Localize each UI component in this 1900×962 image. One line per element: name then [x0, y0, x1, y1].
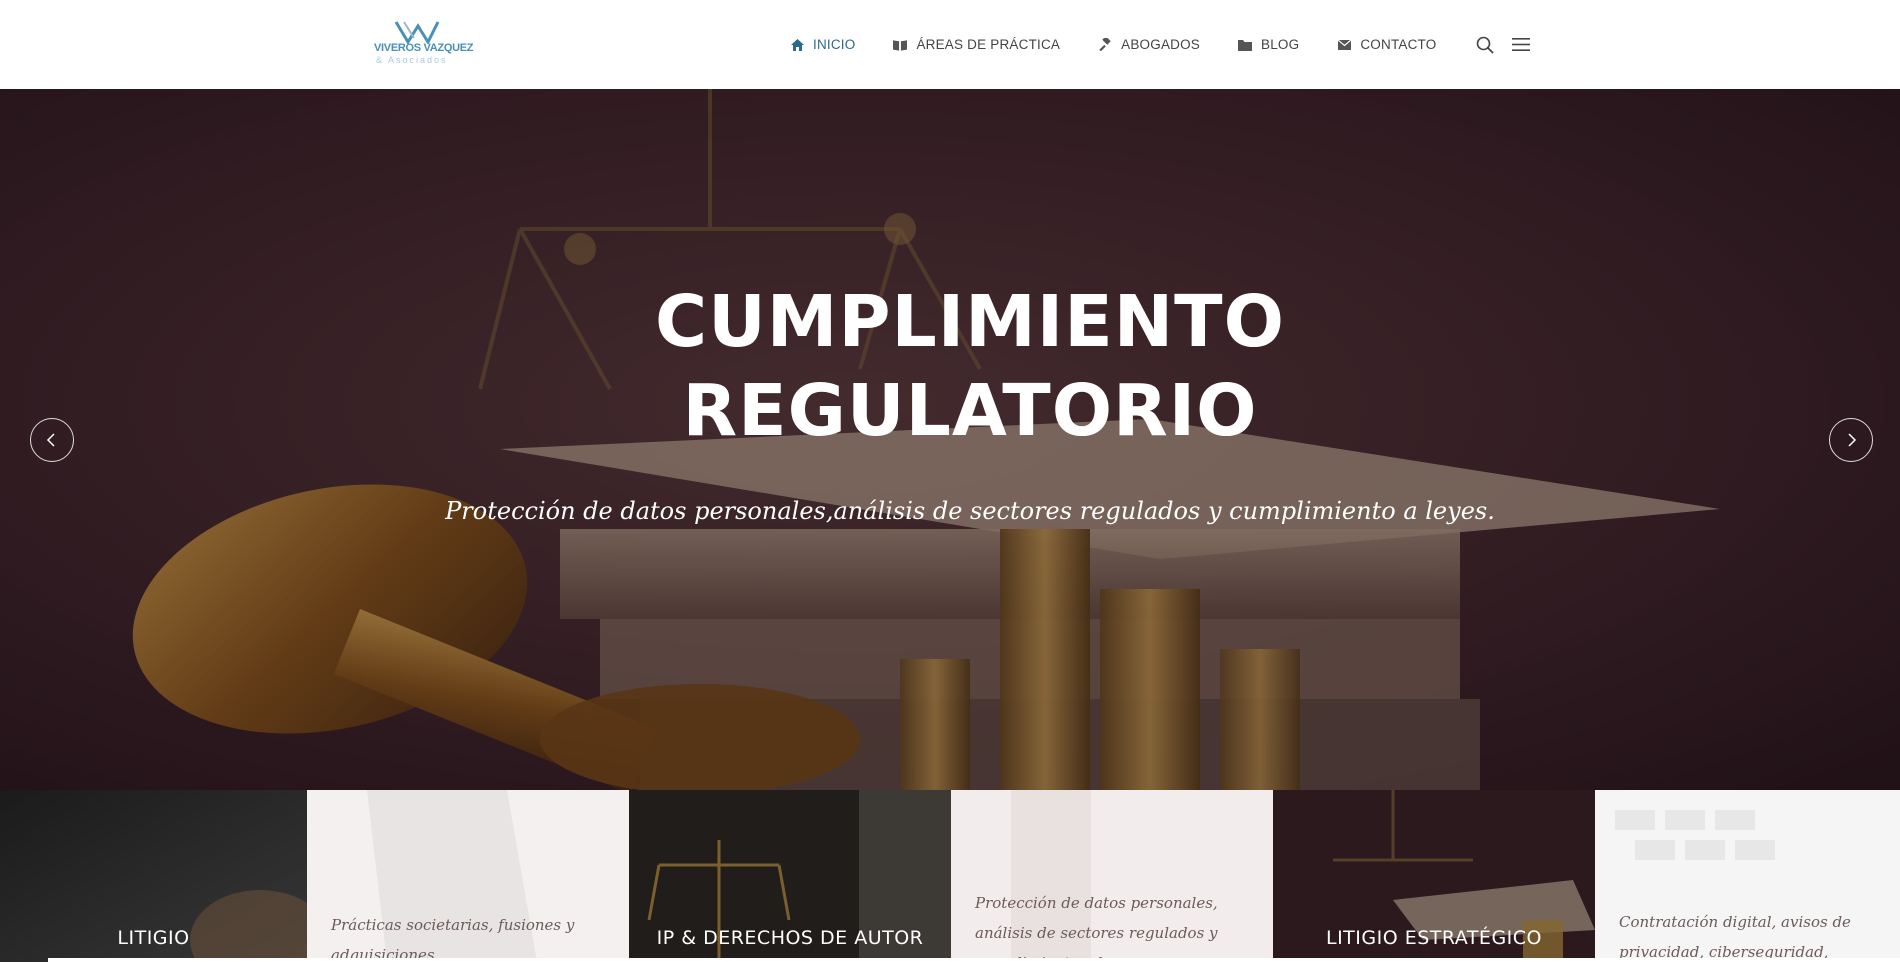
site-logo[interactable]: VIVEROS VAZQUEZ & Asociados — [374, 20, 474, 68]
nav-label: CONTACTO — [1360, 37, 1437, 52]
hero-subtitle: Protección de datos personales,análisis … — [445, 497, 1495, 525]
tile-societario[interactable]: Prácticas societarias, fusiones y adquis… — [307, 790, 629, 962]
tile-title: LITIGIO ESTRATÉGICO — [1325, 927, 1542, 949]
nav-label: ÁREAS DE PRÁCTICA — [916, 37, 1061, 52]
tile-description: Protección de datos personales, análisis… — [975, 894, 1218, 962]
tile-title: IP & DERECHOS DE AUTOR — [656, 927, 924, 949]
tile-description: Contratación digital, avisos de privacid… — [1619, 913, 1851, 961]
hero-title-line-1: CUMPLIMIENTO — [655, 280, 1285, 363]
chevron-left-icon — [46, 433, 55, 447]
nav-label: BLOG — [1261, 37, 1300, 52]
tile-litigio-estrategico[interactable]: LITIGIO ESTRATÉGICO — [1273, 790, 1595, 962]
logo-name: VIVEROS VAZQUEZ — [374, 42, 474, 54]
main-nav: INICIO ÁREAS DE PRÁCTICA ABOGADOS BLOG C… — [790, 0, 1532, 89]
nav-label: ABOGADOS — [1121, 37, 1201, 52]
hamburger-menu-icon[interactable] — [1510, 34, 1532, 56]
nav-item-inicio[interactable]: INICIO — [790, 37, 855, 52]
site-header: VIVEROS VAZQUEZ & Asociados INICIO ÁREAS… — [0, 0, 1900, 89]
tile-cumplimiento-regulatorio[interactable]: Protección de datos personales, análisis… — [951, 790, 1273, 962]
nav-item-contacto[interactable]: CONTACTO — [1337, 37, 1436, 52]
slider-prev-button[interactable] — [30, 418, 74, 462]
logo-subtitle: & Asociados — [376, 55, 448, 65]
hero-title-line-2: REGULATORIO — [682, 369, 1258, 452]
nav-item-abogados[interactable]: ABOGADOS — [1098, 37, 1200, 52]
book-icon — [893, 38, 908, 52]
search-icon[interactable] — [1474, 34, 1496, 56]
slider-next-button[interactable] — [1829, 418, 1873, 462]
tile-title: LITIGIO — [117, 927, 190, 949]
tile-description: Prácticas societarias, fusiones y adquis… — [331, 916, 575, 962]
practice-areas-strip: LITIGIO Prácticas societarias, fusiones … — [0, 790, 1900, 962]
nav-item-areas-de-practica[interactable]: ÁREAS DE PRÁCTICA — [893, 37, 1060, 52]
chevron-right-icon — [1848, 433, 1857, 447]
tile-ip-derechos-de-autor[interactable]: IP & DERECHOS DE AUTOR — [629, 790, 951, 962]
logo-mark-icon — [394, 21, 440, 44]
nav-label: INICIO — [813, 37, 856, 52]
gavel-icon — [1098, 38, 1112, 52]
home-icon — [790, 38, 804, 52]
envelope-icon — [1337, 38, 1351, 52]
hero-title: CUMPLIMIENTO REGULATORIO — [0, 277, 1900, 455]
tile-derecho-digital[interactable]: Contratación digital, avisos de privacid… — [1595, 790, 1900, 962]
hero-slider: CUMPLIMIENTO REGULATORIO Protección de d… — [0, 89, 1900, 790]
tile-litigio[interactable]: LITIGIO — [0, 790, 307, 962]
folder-icon — [1238, 38, 1253, 52]
page-bottom-edge — [48, 958, 1900, 962]
nav-item-blog[interactable]: BLOG — [1238, 37, 1299, 52]
